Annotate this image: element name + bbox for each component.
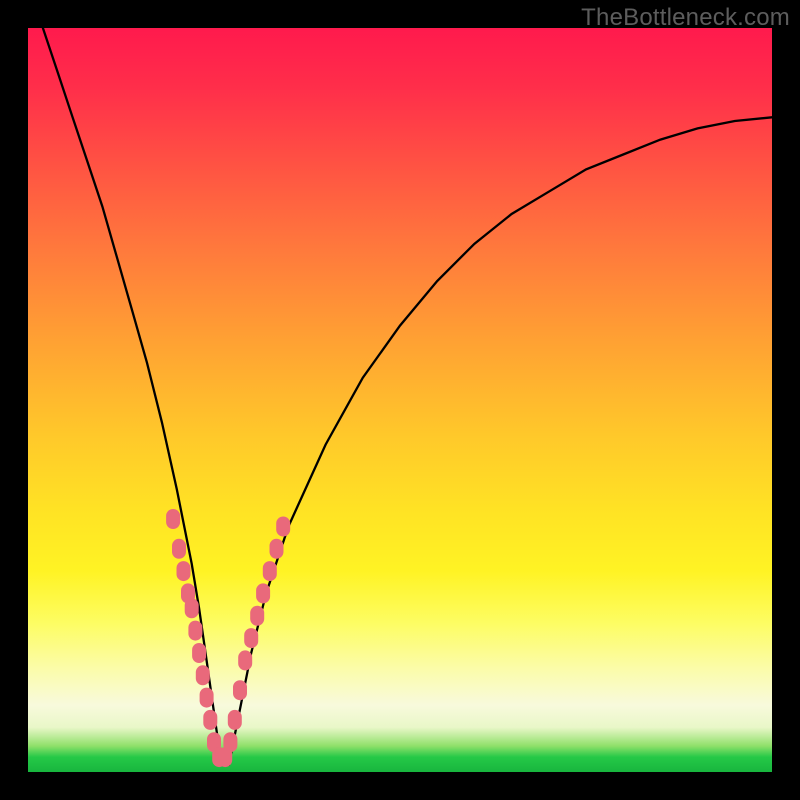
chart-frame: TheBottleneck.com (0, 0, 800, 800)
curve-marker (166, 509, 180, 529)
curve-marker (200, 688, 214, 708)
plot-area (28, 28, 772, 772)
curve-marker (228, 710, 242, 730)
watermark-text: TheBottleneck.com (581, 4, 790, 32)
curve-marker (238, 650, 252, 670)
curve-marker (177, 561, 191, 581)
curve-marker (188, 621, 202, 641)
curve-marker (192, 643, 206, 663)
curve-markers (166, 509, 290, 767)
curve-marker (185, 598, 199, 618)
curve-marker (250, 606, 264, 626)
bottleneck-curve (43, 28, 772, 765)
chart-overlay (28, 28, 772, 772)
curve-marker (263, 561, 277, 581)
curve-marker (172, 539, 186, 559)
curve-marker (276, 517, 290, 537)
curve-marker (270, 539, 284, 559)
curve-marker (244, 628, 258, 648)
curve-marker (256, 583, 270, 603)
curve-marker (233, 680, 247, 700)
curve-marker (223, 732, 237, 752)
curve-marker (203, 710, 217, 730)
curve-marker (196, 665, 210, 685)
